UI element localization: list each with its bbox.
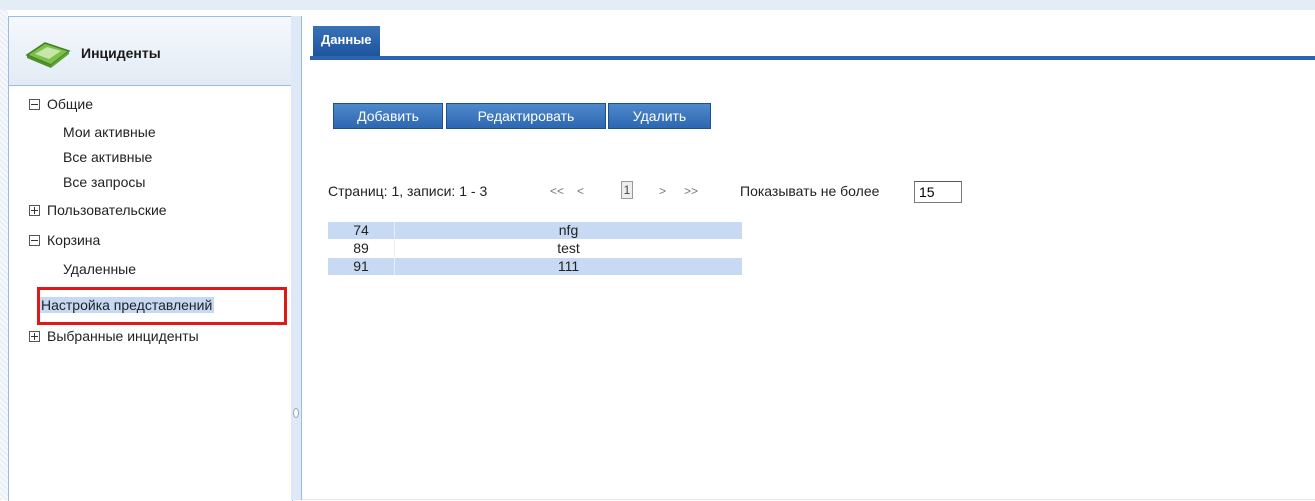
collapse-icon[interactable] (29, 98, 40, 110)
add-button[interactable]: Добавить (333, 103, 443, 129)
tab-data[interactable]: Данные (313, 26, 380, 56)
incidents-sidebar: Инциденты Общие Мои активные Все активны… (8, 16, 293, 501)
current-page: 1 (621, 181, 633, 199)
tree-item-all-requests[interactable]: Все запросы (63, 174, 145, 190)
pager-info: Страниц: 1, записи: 1 - 3 (328, 183, 488, 199)
tree-item-label: Мои активные (63, 124, 156, 140)
incidents-logo-icon (25, 42, 71, 68)
panel-splitter[interactable] (291, 16, 302, 500)
tree-node-label: Выбранные инциденты (47, 328, 199, 344)
sidebar-title: Инциденты (81, 45, 161, 61)
cell-name: test (557, 240, 580, 256)
data-grid: 74 nfg 89 test 91 111 (328, 222, 742, 276)
cell-name: 111 (557, 258, 580, 274)
left-edge (0, 10, 8, 500)
edit-button[interactable]: Редактировать (446, 103, 606, 129)
cell-id: 74 (328, 222, 395, 239)
page-size-label: Показывать не более (740, 183, 880, 199)
first-page-link[interactable]: << (550, 184, 564, 198)
cell-id: 91 (328, 258, 395, 275)
cell-name: nfg (558, 222, 579, 238)
tab-underline (310, 56, 1315, 60)
tree-item-label: Все активные (63, 149, 153, 165)
page-size-input[interactable] (914, 181, 962, 203)
tree-node-label: Корзина (47, 232, 101, 248)
expand-icon[interactable] (29, 330, 40, 342)
tree-item-my-active[interactable]: Мои активные (63, 124, 156, 140)
prev-page-link[interactable]: < (577, 184, 584, 198)
next-page-link[interactable]: > (659, 184, 666, 198)
tree-node-trash[interactable]: Корзина (29, 232, 100, 248)
collapse-icon[interactable] (29, 234, 40, 246)
tree-node-custom[interactable]: Пользовательские (29, 202, 167, 218)
collapse-handle-icon[interactable] (293, 408, 299, 418)
tree-node-label: Общие (47, 96, 94, 112)
table-row[interactable]: 91 111 (328, 258, 742, 275)
red-highlight-box (37, 287, 287, 325)
tree-node-general[interactable]: Общие (29, 96, 93, 112)
expand-icon[interactable] (29, 204, 40, 216)
tab-bar: Данные (310, 26, 1315, 60)
sidebar-header: Инциденты (9, 17, 292, 86)
tree-item-label: Все запросы (63, 174, 146, 190)
cell-id: 89 (328, 240, 395, 257)
tree-item-label: Удаленные (63, 261, 137, 277)
tree-item-deleted[interactable]: Удаленные (63, 261, 136, 277)
tree-item-all-active[interactable]: Все активные (63, 149, 152, 165)
tree-node-label: Пользовательские (47, 202, 167, 218)
last-page-link[interactable]: >> (684, 184, 698, 198)
table-row[interactable]: 74 nfg (328, 222, 742, 239)
top-strip (0, 0, 1315, 10)
delete-button[interactable]: Удалить (608, 103, 711, 129)
table-row[interactable]: 89 test (328, 240, 742, 257)
tree-node-selected-incidents[interactable]: Выбранные инциденты (29, 328, 199, 344)
